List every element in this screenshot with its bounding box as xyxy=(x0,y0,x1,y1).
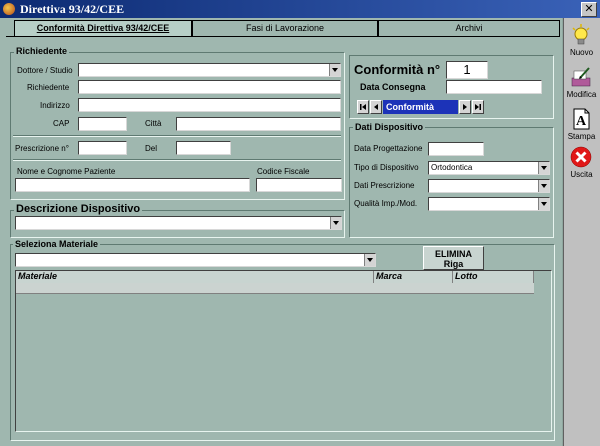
richiedente-label: Richiedente xyxy=(27,83,70,92)
next-record-icon xyxy=(463,104,467,110)
del-field[interactable] xyxy=(176,141,231,155)
column-header-lotto[interactable]: Lotto xyxy=(453,271,534,283)
indirizzo-label: Indirizzo xyxy=(40,101,70,110)
descrizione-title: Descrizione Dispositivo xyxy=(14,203,143,215)
richiedente-field[interactable] xyxy=(78,80,341,94)
next-record-button[interactable] xyxy=(459,100,471,114)
codice-fiscale-label: Codice Fiscale xyxy=(257,167,310,176)
richiedente-separator-2 xyxy=(13,159,341,161)
richiedente-separator-1 xyxy=(13,135,341,137)
prev-record-button[interactable] xyxy=(370,100,382,114)
edit-icon xyxy=(571,67,591,87)
del-label: Del xyxy=(145,144,158,153)
materiale-table xyxy=(15,270,552,432)
app-icon xyxy=(3,3,15,15)
dottore-dropdown[interactable] xyxy=(78,63,341,77)
paziente-label: Nome e Cognome Paziente xyxy=(17,167,116,176)
window-title: Direttiva 93/42/CEE xyxy=(20,2,125,16)
codice-fiscale-field[interactable] xyxy=(256,178,342,192)
chevron-down-icon[interactable] xyxy=(330,217,341,229)
uscita-button[interactable]: Uscita xyxy=(563,142,600,188)
conformita-title: Conformità n° xyxy=(354,62,441,77)
last-record-button[interactable] xyxy=(472,100,484,114)
qualita-dropdown[interactable] xyxy=(428,197,550,211)
descrizione-dropdown[interactable] xyxy=(15,216,342,230)
dati-prescrizione-label: Dati Prescrizione xyxy=(354,181,415,190)
title-bar: Direttiva 93/42/CEE ✕ xyxy=(0,0,600,18)
cap-field[interactable] xyxy=(78,117,127,131)
prescrizione-field[interactable] xyxy=(78,141,127,155)
modifica-button[interactable]: Modifica xyxy=(563,62,600,108)
chevron-down-icon[interactable] xyxy=(538,162,549,174)
table-row[interactable] xyxy=(16,283,534,294)
tab-conformita[interactable]: Conformità Direttiva 93/42/CEE xyxy=(14,20,192,37)
data-progettazione-field[interactable] xyxy=(428,142,484,156)
prev-record-icon xyxy=(374,104,378,110)
richiedente-title: Richiedente xyxy=(14,46,70,56)
tipo-dispositivo-label: Tipo di Dispositivo xyxy=(354,163,419,172)
nuovo-label: Nuovo xyxy=(569,48,594,57)
indirizzo-field[interactable] xyxy=(78,98,341,112)
qualita-label: Qualità Imp./Mod. xyxy=(354,199,418,208)
exit-icon xyxy=(570,146,592,168)
data-consegna-field[interactable] xyxy=(446,80,542,94)
chevron-down-icon[interactable] xyxy=(538,198,549,210)
dottore-label: Dottore / Studio xyxy=(17,66,73,75)
svg-text:A: A xyxy=(576,114,587,129)
materiale-dropdown[interactable] xyxy=(15,253,376,267)
data-progettazione-label: Data Progettazione xyxy=(354,144,423,153)
chevron-down-icon[interactable] xyxy=(364,254,375,266)
first-record-icon xyxy=(360,104,366,110)
stampa-label: Stampa xyxy=(567,132,596,141)
column-header-marca[interactable]: Marca xyxy=(374,271,453,283)
nuovo-button[interactable]: Nuovo xyxy=(563,20,600,66)
tipo-dispositivo-value: Ortodontica xyxy=(431,163,473,172)
conformita-number[interactable]: 1 xyxy=(446,61,488,79)
citta-label: Città xyxy=(145,119,162,128)
tab-fasi-lavorazione[interactable]: Fasi di Lavorazione xyxy=(192,20,378,36)
paziente-field[interactable] xyxy=(15,178,250,192)
prescrizione-label: Prescrizione n° xyxy=(15,144,69,153)
data-consegna-label: Data Consegna xyxy=(360,82,426,92)
dati-prescrizione-dropdown[interactable] xyxy=(428,179,550,193)
column-header-materiale[interactable]: Materiale xyxy=(16,271,374,283)
chevron-down-icon[interactable] xyxy=(538,180,549,192)
tab-archivi[interactable]: Archivi xyxy=(378,20,560,36)
last-record-icon xyxy=(475,104,481,110)
chevron-down-icon[interactable] xyxy=(329,64,340,76)
tab-divider xyxy=(6,36,560,37)
dati-dispositivo-title: Dati Dispositivo xyxy=(353,122,426,132)
first-record-button[interactable] xyxy=(357,100,369,114)
modifica-label: Modifica xyxy=(566,90,597,99)
lightbulb-icon xyxy=(572,24,590,45)
tipo-dispositivo-dropdown[interactable]: Ortodontica xyxy=(428,161,550,175)
close-button[interactable]: ✕ xyxy=(581,2,597,17)
uscita-label: Uscita xyxy=(570,170,593,179)
print-icon: A xyxy=(573,108,590,130)
citta-field[interactable] xyxy=(176,117,341,131)
record-indicator: Conformità xyxy=(383,100,458,114)
materiale-title: Seleziona Materiale xyxy=(13,239,101,249)
elimina-riga-button[interactable]: ELIMINA Riga xyxy=(423,246,484,270)
cap-label: CAP xyxy=(53,119,70,128)
